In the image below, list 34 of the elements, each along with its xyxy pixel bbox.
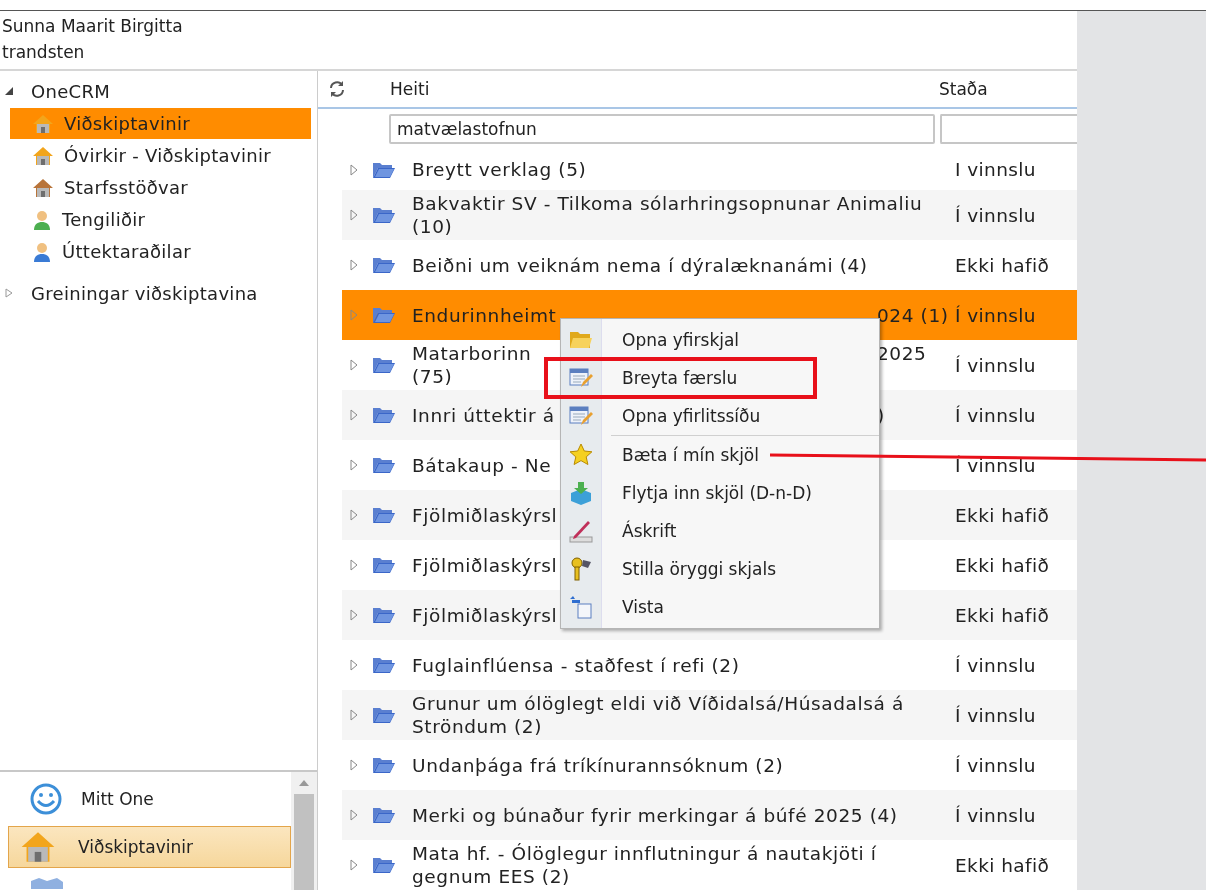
title-text: Beiðni um veiknám nema í dýralæknanámi (4) bbox=[412, 253, 869, 277]
status-text: Í vinnslu bbox=[955, 404, 1037, 426]
user-name: Sunna Maarit Birgitta bbox=[2, 15, 184, 38]
title-text: Innri úttektir á bbox=[412, 403, 555, 427]
title-text: 2025 bbox=[877, 342, 927, 365]
title-text: Bakvaktir SV - Tilkoma sólarhringsopnunar Animaliu (10) bbox=[412, 192, 924, 238]
title-text: Fuglainflúensa - staðfest í refi (2) bbox=[412, 653, 741, 677]
title-text: Bátakaup - Ne bbox=[412, 453, 553, 477]
title-text: 024 (1) bbox=[877, 303, 949, 327]
status-text: Í vinnslu bbox=[955, 654, 1037, 676]
title-text: Endurinnheimt bbox=[412, 303, 557, 327]
status-text: Ekki hafið bbox=[955, 504, 1051, 526]
user-name: trandsten bbox=[2, 41, 86, 64]
title-text: Fjölmiðlaskýrsl bbox=[412, 503, 559, 527]
title-text: Mata hf. - Ólöglegur innflutningur á nautakjöti í gegnum EES (2) bbox=[412, 842, 878, 888]
title-text: Breytt verklag (5) bbox=[412, 158, 588, 181]
status-text: Ekki hafið bbox=[955, 554, 1051, 576]
title-text: Grunur um ólöglegt eldi við Víðidalsá/Húsadalsá á Ströndum (2) bbox=[412, 692, 905, 738]
title-text: Matarborinn bbox=[412, 342, 532, 365]
title-text: Undanþága frá tríkínurannsóknum (2) bbox=[412, 753, 785, 777]
status-text: Í vinnslu bbox=[955, 304, 1037, 326]
status-text: Ekki hafið bbox=[955, 604, 1051, 626]
status-text: Ekki hafið bbox=[955, 254, 1051, 276]
title-text: Fjölmiðlaskýrsl bbox=[412, 603, 559, 627]
title-text: Merki og búnaður fyrir merkingar á búfé 2025 (4) bbox=[412, 803, 899, 827]
status-text: I vinnslu bbox=[955, 159, 1037, 180]
title-text: Fjölmiðlaskýrsl bbox=[412, 553, 559, 577]
status-text: Í vinnslu bbox=[955, 704, 1037, 726]
title-text: (75) bbox=[412, 365, 453, 388]
status-text: Ekki hafið bbox=[955, 854, 1051, 876]
status-text: Í vinnslu bbox=[955, 354, 1037, 376]
status-text: Í vinnslu bbox=[955, 804, 1037, 826]
status-text: Í vinnslu bbox=[955, 204, 1037, 226]
status-text: Í vinnslu bbox=[955, 754, 1037, 776]
